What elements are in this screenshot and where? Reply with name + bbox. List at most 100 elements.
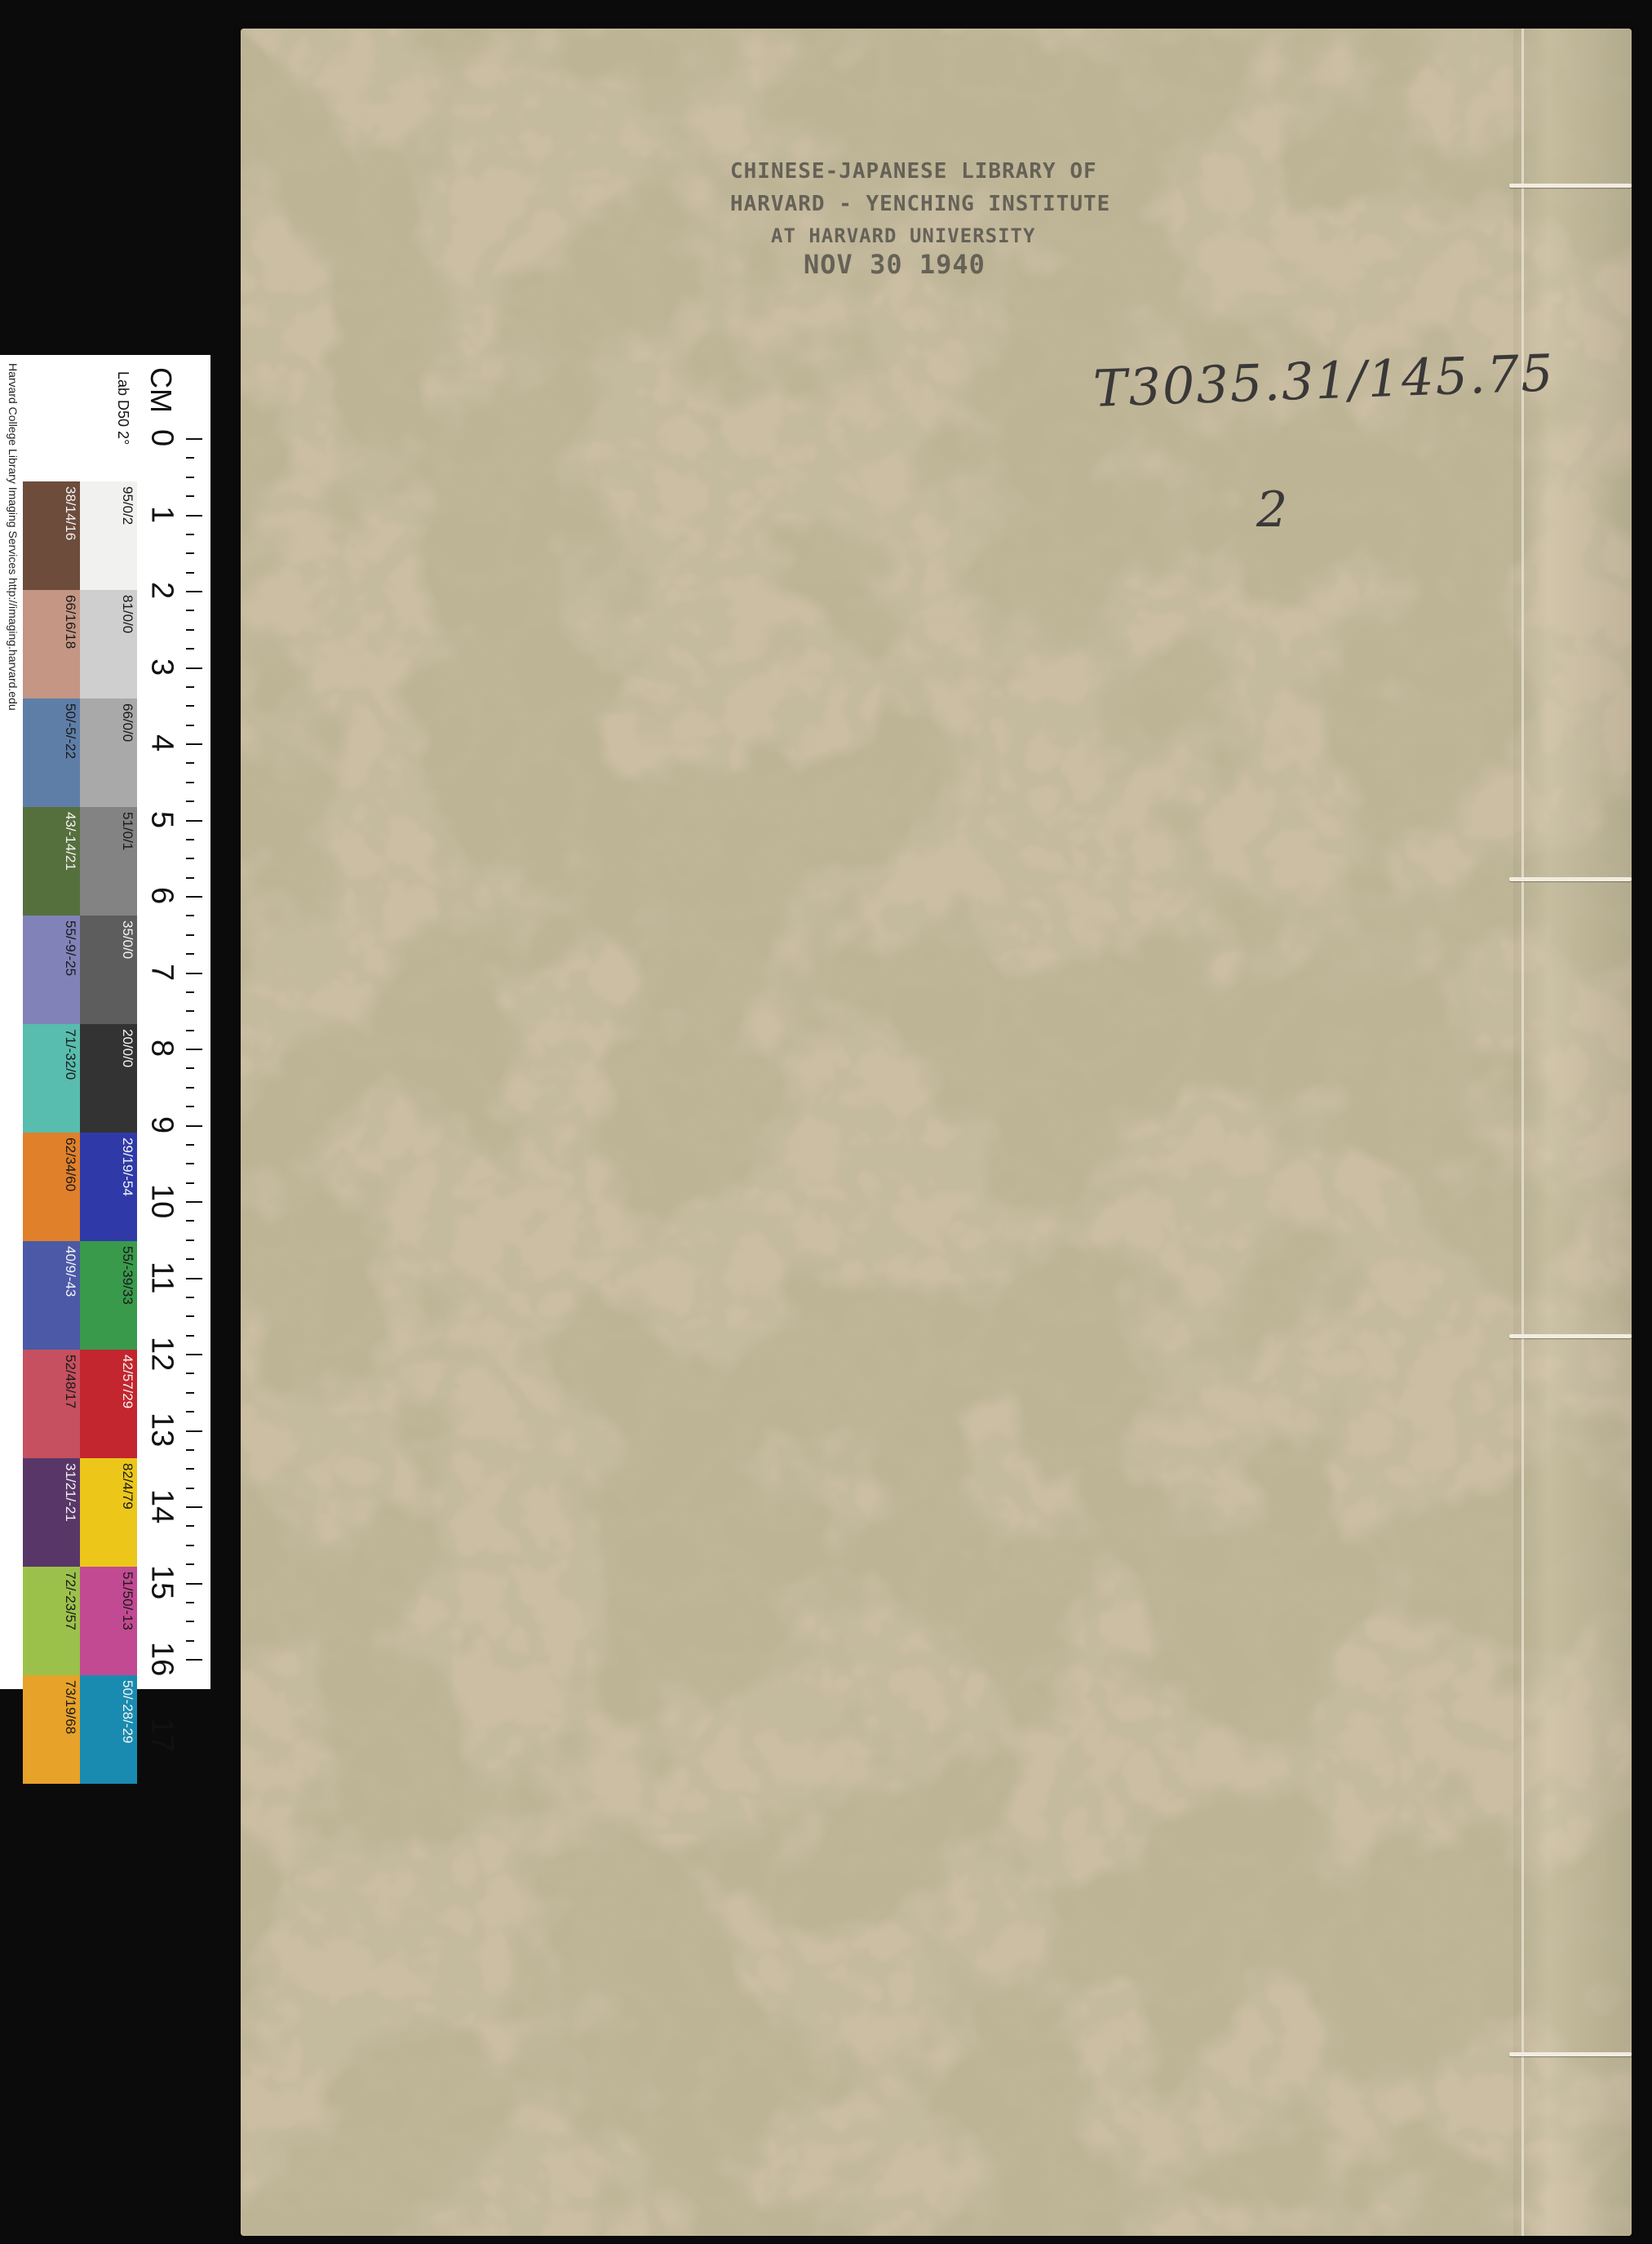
color-swatch: 50/-5/-22 [23,698,80,807]
color-swatch: 29/19/-54 [80,1133,137,1241]
ruler-number: 2 [144,582,179,600]
ruler-tick [186,1067,194,1070]
ruler-tick [186,1468,194,1470]
lab-label: Lab D50 2° [115,371,131,446]
ruler-tick [186,1563,194,1566]
ruler-tick [186,1029,194,1031]
swatch-label: 51/0/1 [120,812,135,851]
ruler-tick [186,858,194,860]
swatch-label: 71/-32/0 [63,1029,78,1080]
binding-stitch [1509,184,1632,188]
swatch-label: 50/-28/-29 [120,1680,135,1744]
ruler-tick [186,552,194,555]
ruler-tick [186,1448,194,1451]
ruler-tick [186,876,194,879]
color-swatch: 62/34/60 [23,1133,80,1241]
color-swatch: 20/0/0 [80,1024,137,1133]
ruler-tick [186,991,194,993]
ruler-number: 5 [144,810,179,829]
swatch-label: 66/16/18 [63,595,78,650]
ruler-tick [186,571,194,574]
ruler-tick [186,533,194,535]
ruler-tick [186,1258,194,1261]
library-stamp: CHINESE-JAPANESE LIBRARY OF HARVARD - YE… [730,159,1318,280]
swatch-label: 43/-14/21 [63,812,78,871]
ruler-tick [186,1010,194,1013]
stamp-line-3: AT HARVARD UNIVERSITY [771,224,1036,247]
color-swatch: 42/57/29 [80,1350,137,1458]
ruler-tick [186,628,194,631]
ruler-tick [186,514,202,517]
ruler-tick [186,1334,194,1337]
ruler-tick [186,1506,202,1508]
ruler-tick [186,667,202,669]
color-swatch: 82/4/79 [80,1458,137,1567]
color-swatch: 43/-14/21 [23,807,80,916]
ruler-number: 14 [144,1488,179,1524]
color-swatch: 50/-28/-29 [80,1675,137,1784]
ruler-number: 17 [144,1718,179,1753]
color-swatch: 40/9/-43 [23,1241,80,1350]
color-swatch: 81/0/0 [80,590,137,698]
ruler-tick [186,934,194,936]
swatch-label: 29/19/-54 [120,1138,135,1196]
stamp-line-2: HARVARD - YENCHING INSTITUTE [730,192,1111,216]
ruler-tick [186,1639,194,1642]
ruler-number: 15 [144,1565,179,1600]
color-swatch: 35/0/0 [80,916,137,1024]
ruler-tick [186,953,194,956]
swatch-label: 81/0/0 [120,595,135,634]
color-swatch: 66/0/0 [80,698,137,807]
ruler-tick [186,1296,194,1298]
color-swatch: 55/-9/-25 [23,916,80,1024]
ruler-number: 1 [144,505,179,524]
color-swatch: 38/14/16 [23,481,80,590]
color-swatch: 72/-23/57 [23,1567,80,1675]
ruler-tick [186,1601,194,1603]
binding-stitch [1509,877,1632,881]
swatch-label: 82/4/79 [120,1463,135,1510]
book-cover: CHINESE-JAPANESE LIBRARY OF HARVARD - YE… [241,29,1632,2236]
swatch-label: 40/9/-43 [63,1246,78,1297]
ruler-tick [186,724,194,726]
cm-label: CM [144,367,178,413]
ruler-tick [186,685,194,688]
ruler-tick [186,1086,194,1089]
ruler-tick [186,1582,202,1585]
ruler-tick [186,495,194,498]
ruler-tick [186,915,194,917]
ruler-tick [186,1354,202,1355]
ruler-tick [186,781,194,783]
ruler-tick [186,705,194,707]
color-swatch: 73/19/68 [23,1675,80,1784]
ruler-tick [186,1659,202,1661]
imaging-credit: Harvard College Library Imaging Services… [7,363,20,711]
ruler-tick [186,1124,202,1127]
color-swatch: 51/50/-13 [80,1567,137,1675]
color-swatch: 95/0/2 [80,481,137,590]
ruler-tick [186,838,194,840]
swatch-label: 20/0/0 [120,1029,135,1068]
ruler-number: 11 [144,1261,179,1294]
ruler-number: 13 [144,1412,179,1448]
swatch-label: 52/48/17 [63,1355,78,1409]
binding-stitch [1509,1334,1632,1338]
ruler-number: 8 [144,1040,179,1058]
ruler-number: 12 [144,1336,179,1372]
binding-stitch [1509,2052,1632,2056]
color-swatch: 55/-39/33 [80,1241,137,1350]
ruler-tick [186,438,202,440]
ruler-tick [186,762,194,765]
ruler-tick [186,1525,194,1528]
ruler-tick [186,1411,194,1413]
ruler-tick [186,1277,202,1279]
ruler-tick [186,1182,194,1184]
ruler-tick [186,1430,202,1432]
swatch-label: 73/19/68 [63,1680,78,1735]
ruler-tick [186,1106,194,1108]
ruler-tick [186,1239,194,1241]
ruler-tick [186,1391,194,1394]
ruler-number: 6 [144,887,179,905]
swatch-label: 50/-5/-22 [63,703,78,760]
ruler-tick [186,800,194,803]
